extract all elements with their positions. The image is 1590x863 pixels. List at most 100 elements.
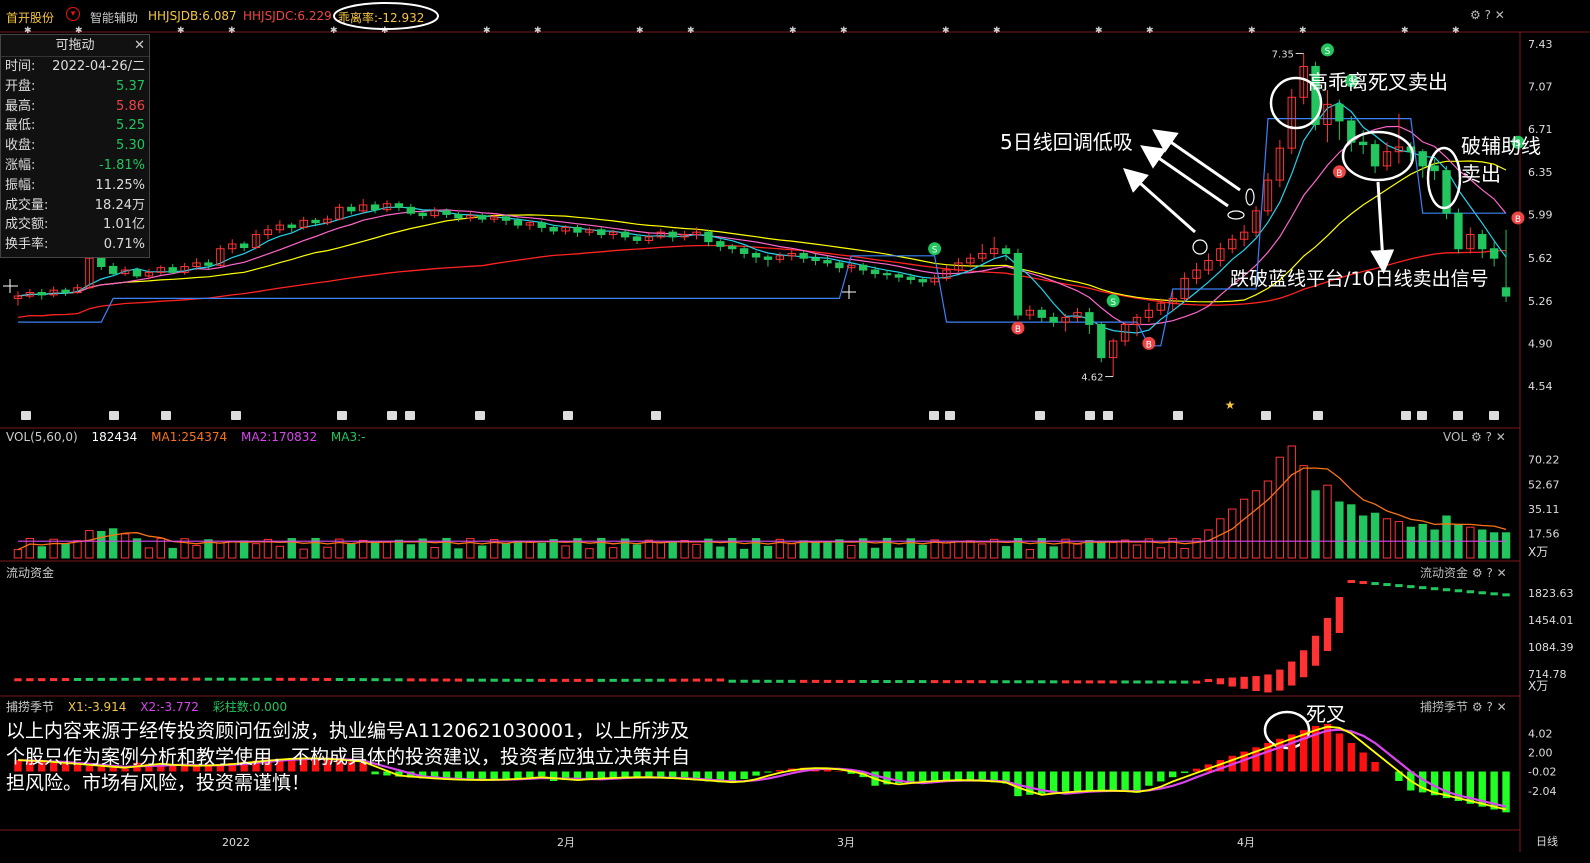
price-axis-label: 4.54: [1528, 380, 1553, 393]
flow-bar: [478, 678, 486, 682]
signal-letter: B: [1015, 325, 1021, 335]
star-marker: ✱: [1095, 26, 1103, 36]
candle-body: [1370, 144, 1380, 167]
candle-body: [37, 292, 46, 296]
volume-bar: [823, 542, 832, 559]
volume-axis-label: 35.11: [1528, 503, 1560, 516]
candle-body: [1489, 248, 1499, 259]
data-window-value: 0.71%: [103, 237, 145, 253]
season-axis-label: 2.00: [1528, 747, 1553, 760]
volume-panel-header: VOL(5,60,0) 182434 MA1:254374 MA2:170832…: [6, 430, 366, 444]
help-icon[interactable]: ?: [1486, 430, 1492, 444]
flow-bar: [788, 679, 796, 683]
volume-bar: [239, 540, 249, 559]
candle-body: [739, 248, 749, 254]
candle-body: [1001, 248, 1011, 254]
star-marker: ✱: [687, 26, 695, 36]
flow-bar: [383, 678, 391, 682]
flow-bar: [883, 680, 891, 684]
flow-bar: [1359, 581, 1367, 585]
season-bar: [1180, 771, 1189, 773]
candle-body: [478, 215, 487, 220]
flow-bar: [216, 677, 225, 681]
volume-bar: [1323, 484, 1332, 559]
star-marker: ✱: [534, 26, 542, 36]
flow-bar: [740, 679, 748, 683]
flow-panel-controls[interactable]: 流动资金 ⚙ ? ✕: [1420, 564, 1507, 581]
season-bar: [930, 771, 939, 781]
data-window-label: 收盘:: [5, 138, 36, 154]
candle-body: [763, 256, 773, 260]
settings-icon[interactable]: ⚙: [1472, 700, 1483, 714]
candle-body: [1478, 234, 1487, 250]
help-icon[interactable]: ?: [1486, 566, 1492, 580]
flow-bar: [514, 678, 522, 682]
flow-bar: [38, 678, 46, 682]
close-icon[interactable]: ✕: [1497, 700, 1507, 714]
flow-bar: [657, 678, 665, 682]
flow-bar: [1026, 680, 1034, 684]
volume-bar: [870, 547, 880, 559]
volume-bar: [370, 541, 380, 559]
volume-panel-controls[interactable]: VOL ⚙ ? ✕: [1443, 430, 1506, 444]
data-window-label: 振幅:: [5, 177, 36, 193]
volume-bar: [501, 542, 511, 559]
data-window-label: 开盘:: [5, 78, 36, 94]
price-axis-label: 6.35: [1528, 166, 1553, 179]
flow-bar: [252, 677, 260, 681]
flow-bar: [323, 677, 332, 681]
season-panel-controls[interactable]: 捕捞季节 ⚙ ? ✕: [1420, 698, 1507, 715]
flow-bar: [1276, 669, 1284, 691]
data-window-label: 换手率:: [5, 237, 49, 253]
season-bar: [954, 771, 963, 781]
candle-body: [823, 260, 832, 264]
volume-bar: [692, 543, 701, 559]
close-icon[interactable]: ✕: [1496, 430, 1506, 444]
flow-axis-label: 1454.01: [1528, 614, 1574, 627]
close-icon[interactable]: ✕: [134, 35, 145, 57]
volume-bar: [894, 547, 904, 559]
volume-ma1-line: [17, 467, 1507, 551]
flow-bar: [538, 678, 546, 682]
event-icon: [1489, 411, 1499, 420]
volume-bar: [1489, 532, 1499, 559]
flow-bar: [466, 678, 475, 682]
volume-bar: [811, 541, 820, 559]
candle-body: [1418, 151, 1427, 167]
price-axis-label: 5.99: [1528, 208, 1553, 221]
candle-body: [632, 236, 642, 241]
volume-bar: [216, 542, 225, 559]
data-window[interactable]: 可拖动 ✕ 时间: 2022-04-26/二 开盘: 5.37 最高: 5.86 最低: 5.…: [0, 34, 150, 258]
season-bar: [1169, 771, 1177, 778]
season-bar: [1049, 771, 1058, 793]
volume-bar: [918, 544, 927, 559]
volume-bar: [430, 546, 439, 559]
flow-bar: [859, 679, 867, 683]
volume-bar: [954, 541, 963, 559]
highlight-circle: [1227, 210, 1245, 220]
season-bar: [1347, 743, 1355, 772]
volume-bar: [406, 544, 416, 559]
flow-bar: [371, 678, 379, 682]
settings-icon[interactable]: ⚙: [1472, 566, 1483, 580]
close-icon[interactable]: ✕: [1497, 566, 1507, 580]
volume-bar: [1228, 508, 1237, 559]
settings-icon[interactable]: ⚙: [1471, 430, 1482, 444]
flow-bar: [752, 679, 760, 683]
season-bar: [966, 771, 975, 781]
candle-body: [799, 252, 808, 259]
flow-bar: [1145, 680, 1153, 684]
flow-bar: [1121, 680, 1129, 684]
candle-body: [513, 219, 523, 226]
flow-bar: [311, 677, 320, 681]
data-window-label: 成交量:: [5, 197, 49, 213]
flow-bar: [669, 678, 677, 682]
star-marker: ✱: [789, 26, 797, 36]
volume-bar: [1299, 465, 1308, 559]
season-bars: 彩柱数:0.000: [212, 700, 288, 714]
flow-bar: [97, 677, 105, 681]
data-window-row: 振幅: 11.25%: [1, 176, 149, 196]
event-icon: [1401, 411, 1411, 420]
help-icon[interactable]: ?: [1486, 700, 1492, 714]
data-window-title[interactable]: 可拖动 ✕: [1, 35, 149, 57]
